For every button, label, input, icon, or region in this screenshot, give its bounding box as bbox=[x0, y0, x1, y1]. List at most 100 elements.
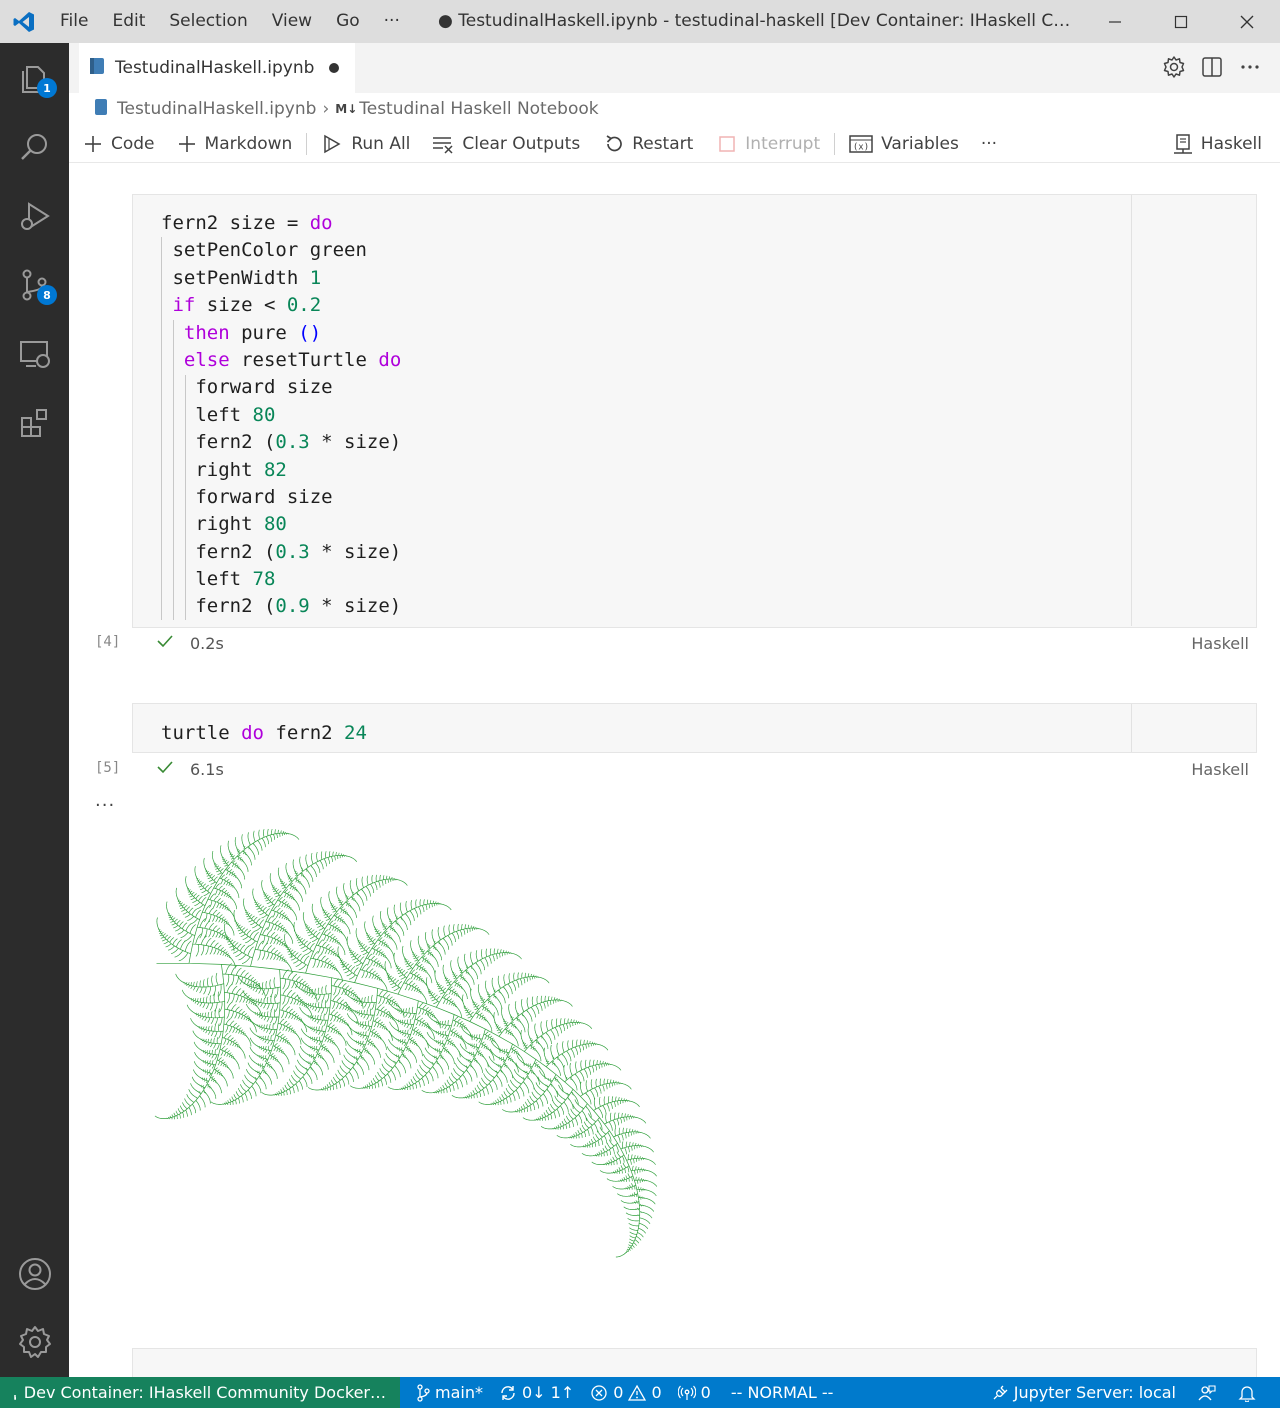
add-markdown-label: Markdown bbox=[204, 133, 293, 154]
output-more-actions[interactable]: ··· bbox=[95, 795, 115, 816]
toolbar-divider bbox=[834, 132, 836, 155]
cell-language[interactable]: Haskell bbox=[1191, 760, 1249, 779]
vscode-logo-icon bbox=[0, 0, 48, 43]
clear-outputs-button[interactable]: Clear Outputs bbox=[432, 134, 580, 154]
code-cell[interactable]: fern2 size = do setPenColor green setPen… bbox=[132, 194, 1257, 628]
code-line: else resetTurtle do bbox=[183, 348, 402, 371]
source-control-icon[interactable]: 8 bbox=[0, 250, 69, 319]
sync-icon bbox=[501, 1385, 515, 1400]
branch-indicator[interactable]: main* bbox=[416, 1383, 483, 1402]
warning-count: 0 bbox=[651, 1383, 662, 1402]
feedback-icon[interactable] bbox=[1198, 1384, 1216, 1402]
menu-go[interactable]: Go bbox=[324, 0, 372, 43]
markdown-icon: M↓ bbox=[335, 102, 358, 116]
plus-icon bbox=[85, 135, 101, 152]
kernel-label: Haskell bbox=[1200, 134, 1262, 154]
notebook-toolbar: Code Markdown Run All Clear Outputs Rest… bbox=[69, 125, 1280, 163]
status-bar: Dev Container: IHaskell Community Docker… bbox=[0, 1377, 1280, 1408]
jupyter-server-indicator[interactable]: Jupyter Server: local bbox=[991, 1383, 1176, 1402]
code-cell[interactable]: turtle do fern2 24 bbox=[132, 703, 1257, 753]
explorer-icon[interactable]: 1 bbox=[0, 43, 69, 112]
remote-explorer-icon[interactable] bbox=[0, 319, 69, 388]
notebook-settings-gear-icon[interactable] bbox=[1162, 55, 1186, 79]
clear-outputs-icon bbox=[433, 136, 453, 154]
interrupt-label: Interrupt bbox=[745, 133, 821, 154]
ports-count: 0 bbox=[700, 1383, 711, 1402]
variables-button[interactable]: (x) Variables bbox=[849, 134, 959, 154]
editor-actions bbox=[1162, 55, 1262, 79]
remote-icon bbox=[14, 1394, 16, 1400]
menu-more[interactable]: ··· bbox=[372, 0, 412, 43]
code-line: fern2 size = do bbox=[161, 212, 333, 234]
status-bar-right: Jupyter Server: local bbox=[991, 1377, 1280, 1408]
run-all-button[interactable]: Run All bbox=[321, 133, 410, 155]
manage-gear-icon[interactable] bbox=[0, 1307, 69, 1376]
minimize-button[interactable] bbox=[1082, 0, 1148, 43]
problems-indicator[interactable]: 0 0 bbox=[590, 1383, 662, 1402]
run-debug-icon[interactable] bbox=[0, 181, 69, 250]
unsaved-dot-icon[interactable] bbox=[329, 63, 339, 73]
ports-indicator[interactable]: 0 bbox=[677, 1383, 711, 1402]
cell-status: 0.2s Haskell bbox=[132, 628, 1257, 658]
restart-icon bbox=[606, 134, 623, 151]
execution-time: 0.2s bbox=[190, 633, 224, 653]
code-line: if size < 0.2 bbox=[172, 294, 322, 317]
menu-edit[interactable]: Edit bbox=[100, 0, 157, 43]
notifications-bell-icon[interactable] bbox=[1238, 1384, 1256, 1402]
activity-bar: 1 8 bbox=[0, 43, 69, 1377]
error-count: 0 bbox=[613, 1383, 624, 1402]
breadcrumb: TestudinalHaskell.ipynb › M↓ Testudinal … bbox=[95, 95, 599, 123]
clear-outputs-label: Clear Outputs bbox=[462, 133, 581, 154]
breadcrumb-section[interactable]: Testudinal Haskell Notebook bbox=[359, 99, 598, 119]
maximize-button[interactable] bbox=[1148, 0, 1214, 43]
extensions-icon[interactable] bbox=[0, 388, 69, 457]
accounts-icon[interactable] bbox=[0, 1239, 69, 1308]
menu-selection[interactable]: Selection bbox=[157, 0, 259, 43]
search-icon[interactable] bbox=[0, 112, 69, 181]
variables-label: Variables bbox=[881, 133, 959, 154]
breadcrumb-file[interactable]: TestudinalHaskell.ipynb bbox=[117, 99, 316, 119]
code-line: then pure () bbox=[183, 321, 322, 344]
interrupt-button[interactable]: Interrupt bbox=[717, 134, 820, 154]
code-line: forward size bbox=[161, 485, 333, 508]
success-check-icon bbox=[156, 633, 174, 653]
run-all-icon bbox=[324, 134, 341, 153]
code-line: setPenColor green bbox=[161, 239, 367, 262]
remote-indicator[interactable]: Dev Container: IHaskell Community Docker… bbox=[0, 1377, 400, 1408]
explorer-badge: 1 bbox=[37, 78, 57, 98]
add-code-label: Code bbox=[111, 133, 155, 154]
execution-count: [5] bbox=[95, 760, 121, 776]
more-actions-icon[interactable] bbox=[1238, 55, 1262, 79]
code-editor[interactable]: turtle do fern2 24 bbox=[161, 720, 367, 747]
variables-icon: (x) bbox=[849, 134, 873, 153]
title-bar: File Edit Selection View Go ··· ● Testud… bbox=[0, 0, 1280, 43]
sync-indicator[interactable]: 0↓ 1↑ bbox=[499, 1383, 574, 1402]
window-title: ● TestudinalHaskell.ipynb - testudinal-h… bbox=[438, 11, 1078, 31]
code-line: setPenWidth 1 bbox=[161, 266, 322, 289]
add-code-cell-button[interactable]: Code bbox=[83, 134, 155, 154]
menu-file[interactable]: File bbox=[48, 0, 100, 43]
toolbar-more-button[interactable]: ··· bbox=[981, 134, 997, 154]
restart-button[interactable]: Restart bbox=[604, 134, 693, 154]
kernel-picker[interactable]: Haskell bbox=[1173, 133, 1262, 155]
next-cell[interactable] bbox=[132, 1348, 1257, 1377]
add-markdown-cell-button[interactable]: Markdown bbox=[177, 133, 293, 154]
execution-count: [4] bbox=[95, 634, 121, 650]
code-line: fern2 (0.3 * size) bbox=[161, 540, 402, 563]
cell-divider bbox=[1131, 704, 1132, 752]
menu-view[interactable]: View bbox=[260, 0, 324, 43]
notebook-editor: TestudinalHaskell.ipynb TestudinalHaskel… bbox=[69, 43, 1280, 1377]
split-editor-icon[interactable] bbox=[1200, 55, 1224, 79]
warning-icon bbox=[628, 1384, 647, 1401]
plus-icon bbox=[178, 135, 195, 152]
cell-divider bbox=[1131, 195, 1132, 626]
stop-icon bbox=[719, 135, 736, 152]
execution-time: 6.1s bbox=[190, 759, 224, 779]
code-editor[interactable]: fern2 size = do setPenColor green setPen… bbox=[161, 210, 401, 621]
vim-mode[interactable]: -- NORMAL -- bbox=[731, 1383, 834, 1402]
toolbar-divider bbox=[306, 132, 308, 155]
cell-language[interactable]: Haskell bbox=[1191, 634, 1249, 653]
code-line: left 78 bbox=[161, 568, 276, 591]
tab-notebook[interactable]: TestudinalHaskell.ipynb bbox=[79, 43, 355, 93]
close-button[interactable] bbox=[1214, 0, 1280, 43]
